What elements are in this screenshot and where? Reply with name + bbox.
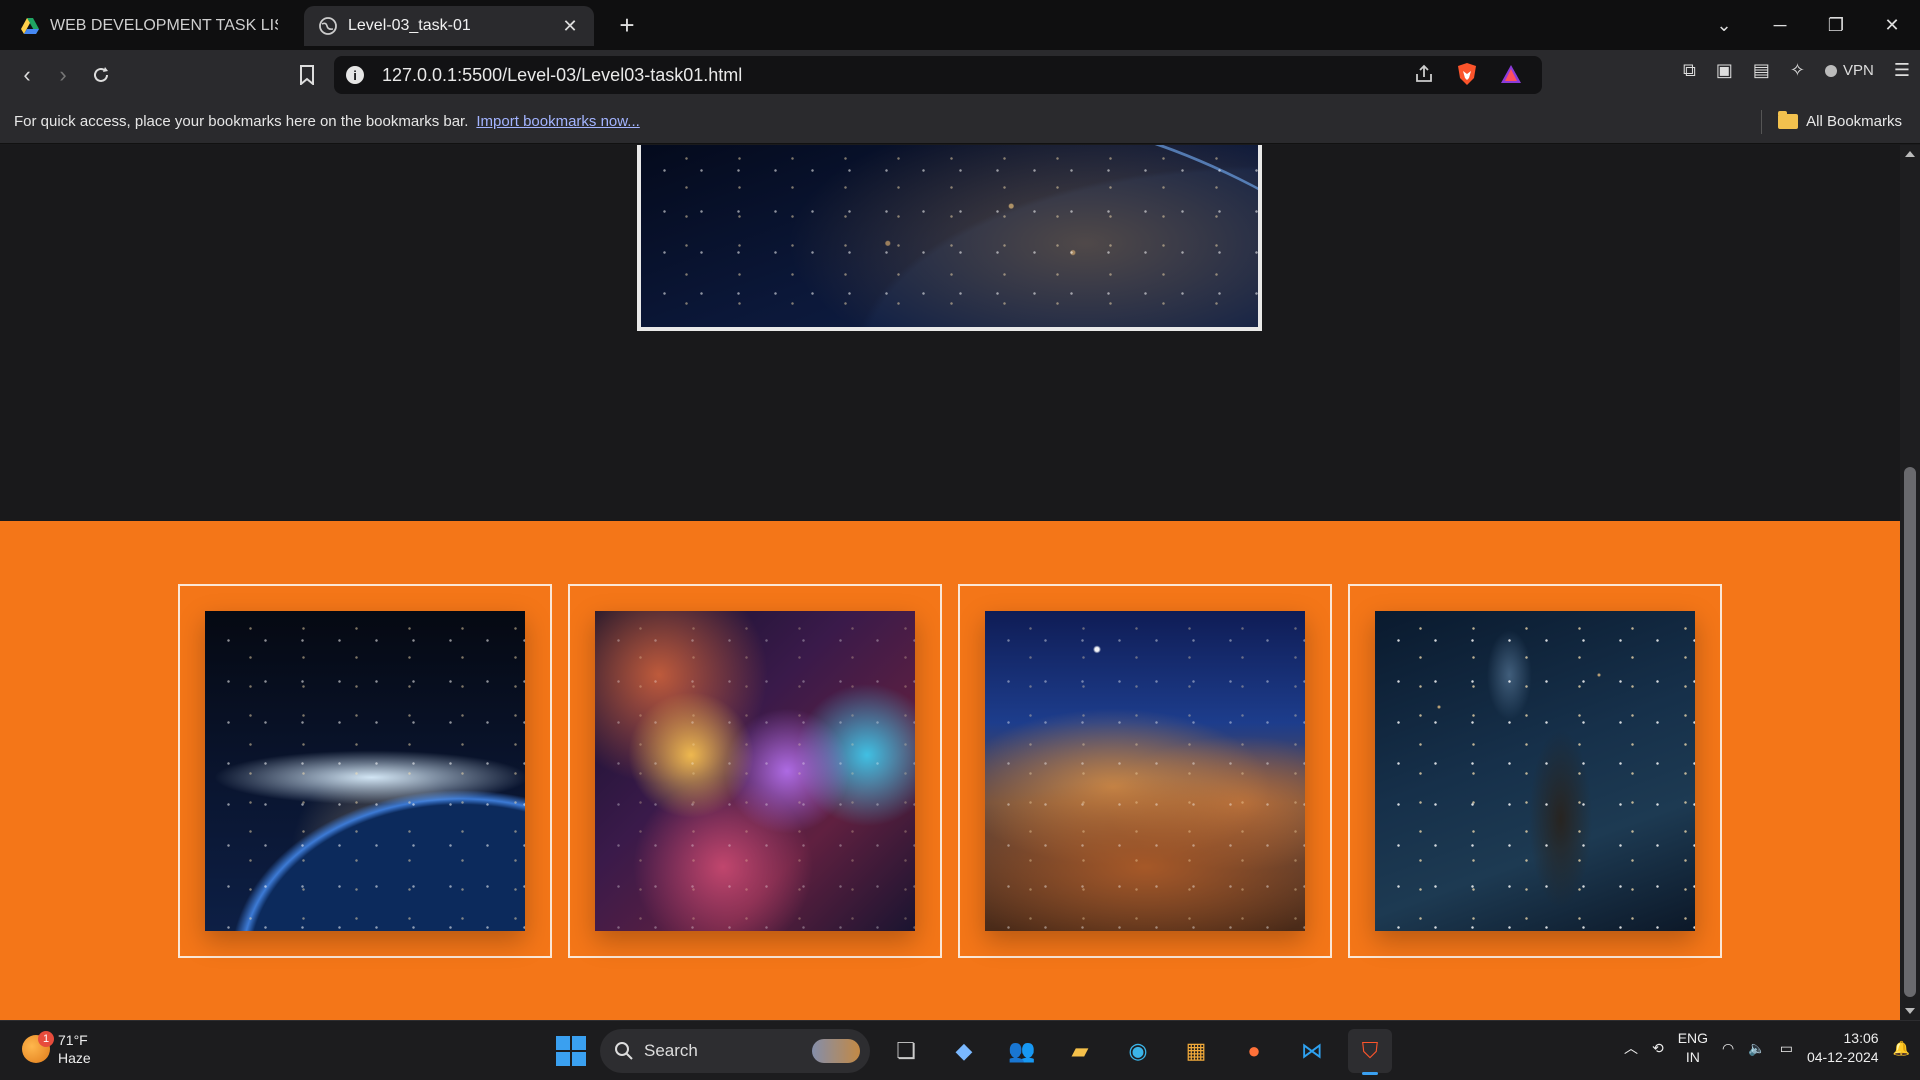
scroll-down-arrow[interactable] (1905, 1008, 1915, 1014)
google-drive-icon (21, 18, 39, 34)
tab-level-03-task-01[interactable]: Level-03_task-01 ✕ (304, 6, 594, 46)
language-secondary: IN (1685, 1049, 1700, 1065)
windows-start-icon[interactable] (556, 1036, 586, 1066)
tab-bar: WEB DEVELOPMENT TASK LIST - Go Level-03_… (0, 0, 1920, 50)
firefox-icon[interactable]: ● (1232, 1029, 1276, 1073)
notification-badge: 1 (38, 1031, 54, 1047)
teams-icon[interactable]: 👥 (1000, 1029, 1044, 1073)
address-bar[interactable]: i 127.0.0.1:5500/Level-03/Level03-task01… (334, 56, 1542, 94)
bookmark-page-icon[interactable] (292, 60, 322, 90)
gallery-card[interactable] (1348, 584, 1722, 958)
extensions-icon[interactable]: ⧉ (1683, 60, 1696, 81)
microsoft-store-icon[interactable]: ▦ (1174, 1029, 1218, 1073)
pillars-of-creation-image (1375, 611, 1695, 931)
import-bookmarks-link[interactable]: Import bookmarks now... (476, 113, 639, 130)
globe-icon (319, 17, 337, 35)
edge-icon[interactable]: ◉ (1116, 1029, 1160, 1073)
file-explorer-icon[interactable]: ▰ (1058, 1029, 1102, 1073)
menu-icon[interactable]: ☰ (1894, 60, 1910, 81)
gallery-section (0, 521, 1900, 1020)
bookmarks-bar: For quick access, place your bookmarks h… (0, 100, 1920, 144)
scrollbar-thumb[interactable] (1904, 467, 1916, 997)
notifications-icon[interactable]: 🔔 (1893, 1040, 1910, 1057)
reload-button[interactable] (86, 60, 116, 90)
url-text[interactable]: 127.0.0.1:5500/Level-03/Level03-task01.h… (382, 65, 742, 86)
windows-taskbar: 1 71°F Haze Search ❏ ◆ 👥 ▰ ◉ ▦ ● ⋈ ⛉ ︿ ⟲… (0, 1020, 1920, 1080)
toolbar-actions: ⧉ ▣ ▤ ✧ VPN ☰ (1683, 60, 1910, 81)
brave-rewards-icon[interactable] (1500, 64, 1522, 84)
hero-image-frame (637, 145, 1262, 331)
volume-icon[interactable]: 🔈 (1748, 1040, 1765, 1057)
copilot-icon[interactable]: ◆ (942, 1029, 986, 1073)
weather-sun-icon: 1 (22, 1031, 54, 1063)
forward-button[interactable]: › (48, 60, 78, 90)
window-controls: ⌄ ─ ❐ ✕ (1696, 0, 1920, 50)
wallet-icon[interactable]: ▤ (1753, 60, 1770, 81)
vpn-label: VPN (1843, 62, 1874, 79)
clock-date: 04-12-2024 (1806, 1049, 1879, 1065)
vpn-status-dot (1825, 64, 1838, 77)
wifi-icon[interactable]: ◠ (1722, 1040, 1734, 1057)
weather-condition: Haze (58, 1050, 91, 1066)
language-primary: ENG (1677, 1030, 1709, 1046)
close-window-button[interactable]: ✕ (1864, 0, 1920, 50)
site-info-icon[interactable]: i (346, 66, 364, 84)
close-tab-button[interactable]: ✕ (560, 16, 580, 37)
minimize-button[interactable]: ─ (1752, 0, 1808, 50)
clock-time: 13:06 (1843, 1030, 1879, 1046)
folder-icon (1778, 111, 1799, 129)
share-icon[interactable] (1414, 64, 1434, 84)
carina-nebula-cliffs-image (985, 611, 1305, 931)
restore-button[interactable]: ❐ (1808, 0, 1864, 50)
gallery-card[interactable] (178, 584, 552, 958)
page-viewport (0, 145, 1900, 1020)
scroll-up-arrow[interactable] (1905, 151, 1915, 157)
all-bookmarks-button[interactable]: All Bookmarks (1778, 111, 1902, 130)
page-scrollbar[interactable] (1900, 145, 1920, 1020)
leo-ai-icon[interactable]: ✧ (1790, 60, 1805, 81)
vpn-button[interactable]: VPN (1825, 62, 1874, 79)
weather-widget[interactable]: 1 71°F Haze (22, 1031, 91, 1067)
taskbar-apps: Search ❏ ◆ 👥 ▰ ◉ ▦ ● ⋈ ⛉ (556, 1029, 1392, 1075)
vscode-icon[interactable]: ⋈ (1290, 1029, 1334, 1073)
tab-web-development-task-list[interactable]: WEB DEVELOPMENT TASK LIST - Go (6, 6, 292, 46)
brave-shields-icon[interactable] (1456, 62, 1478, 86)
system-tray: ︿ ⟲ ENG IN ◠ 🔈 ▭ 13:06 04-12-2024 🔔 (1624, 1029, 1910, 1067)
taskbar-search[interactable]: Search (600, 1029, 870, 1073)
search-icon (615, 1042, 633, 1060)
reload-icon (94, 67, 108, 82)
earth-horizon-space-image (205, 611, 525, 931)
search-highlight-image (812, 1039, 860, 1063)
navigation-bar: ‹ › i 127.0.0.1:5500/Level-03/Level03-ta… (0, 50, 1920, 100)
brave-browser-icon[interactable]: ⛉ (1348, 1029, 1392, 1075)
battery-icon[interactable]: ▭ (1780, 1040, 1793, 1057)
show-hidden-icons-chevron[interactable]: ︿ (1624, 1038, 1638, 1058)
sidebar-toggle-icon[interactable]: ▣ (1716, 60, 1733, 81)
gallery-card[interactable] (958, 584, 1332, 958)
task-view-icon[interactable]: ❏ (884, 1029, 928, 1073)
tab-search-chevron-icon[interactable]: ⌄ (1696, 0, 1752, 50)
search-placeholder: Search (644, 1041, 698, 1060)
earth-night-europe-image (641, 145, 1258, 327)
gallery-card[interactable] (568, 584, 942, 958)
weather-temperature: 71°F (58, 1032, 88, 1048)
bookmarks-divider (1761, 110, 1762, 134)
clock[interactable]: 13:06 04-12-2024 (1807, 1029, 1879, 1067)
language-indicator[interactable]: ENG IN (1678, 1029, 1708, 1067)
all-bookmarks-label: All Bookmarks (1806, 113, 1902, 130)
bookmarks-message: For quick access, place your bookmarks h… (14, 113, 469, 130)
tab-title: Level-03_task-01 (348, 17, 471, 34)
new-tab-button[interactable]: + (612, 10, 642, 41)
tab-title: WEB DEVELOPMENT TASK LIST - Go (50, 17, 278, 34)
colorful-nebula-image (595, 611, 915, 931)
sync-icon[interactable]: ⟲ (1652, 1040, 1664, 1057)
back-button[interactable]: ‹ (12, 60, 42, 90)
